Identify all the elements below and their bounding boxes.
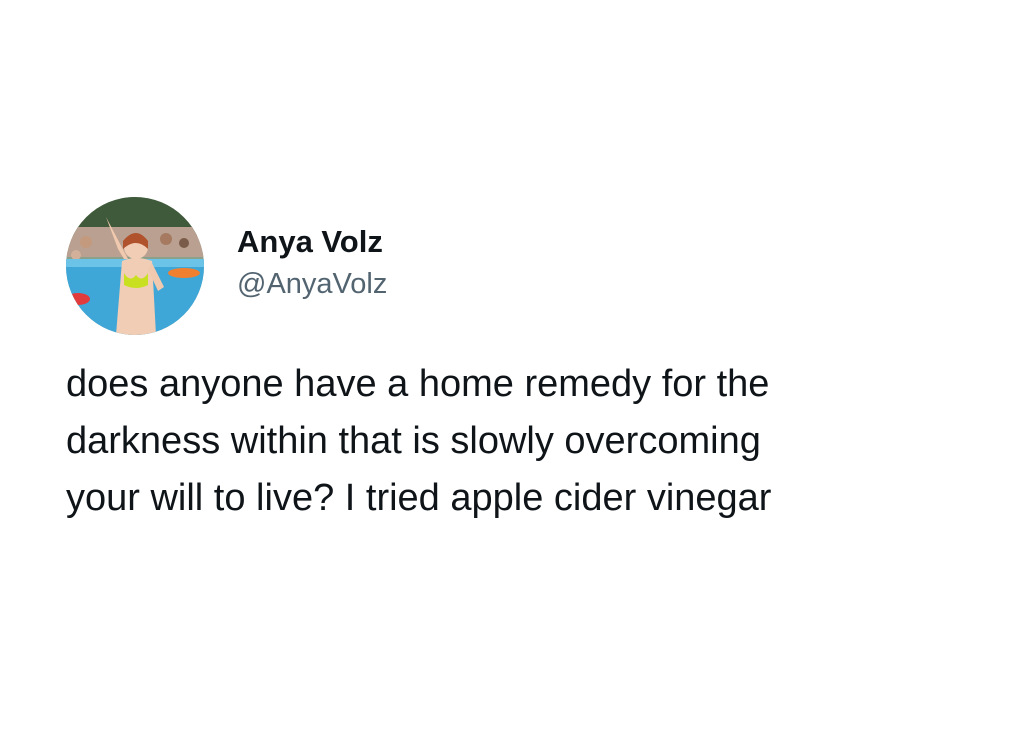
tweet-text-line: darkness within that is slowly overcomin… xyxy=(66,420,761,462)
tweet-card: Anya Volz @AnyaVolz does anyone have a h… xyxy=(66,196,966,527)
tweet-header: Anya Volz @AnyaVolz xyxy=(66,196,966,336)
tweet-text-line: does anyone have a home remedy for the xyxy=(66,363,770,405)
author-info: Anya Volz @AnyaVolz xyxy=(237,223,387,303)
author-display-name[interactable]: Anya Volz xyxy=(237,223,387,261)
tweet-text-line: your will to live? I tried apple cider v… xyxy=(66,477,772,519)
avatar-photo-icon xyxy=(66,197,204,335)
author-handle[interactable]: @AnyaVolz xyxy=(237,265,387,303)
tweet-text: does anyone have a home remedy for the d… xyxy=(66,356,966,527)
avatar[interactable] xyxy=(66,197,204,335)
